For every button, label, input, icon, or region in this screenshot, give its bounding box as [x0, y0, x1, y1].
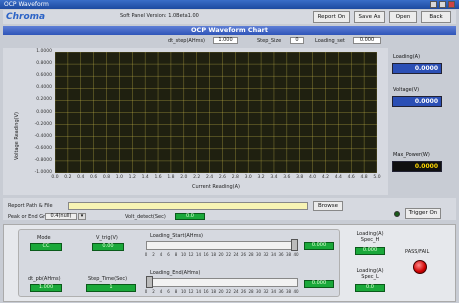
- step-size-field[interactable]: 0: [290, 37, 304, 44]
- step-time-field[interactable]: 1: [86, 284, 136, 292]
- step-time-label: Step_Time(Sec): [88, 276, 128, 282]
- x-tick-label: 4.6: [347, 175, 355, 180]
- loading-start-label: Loading_Start(AHms): [150, 233, 203, 239]
- y-tick-label: 0.0000: [36, 109, 52, 115]
- x-tick-label: 0.2: [64, 175, 72, 180]
- x-tick-label: 2.4: [205, 175, 214, 180]
- window-title-bar: OCP Waveform: [0, 0, 459, 9]
- y-axis-label: Voltage Reading(V): [14, 112, 20, 160]
- chevron-down-icon[interactable]: ▾: [78, 213, 86, 220]
- pass-fail-label: PASS/FAIL: [405, 249, 430, 255]
- loading-start-slider[interactable]: [146, 241, 298, 250]
- x-tick-label: 0.0: [51, 175, 59, 180]
- save-as-button[interactable]: Save As: [354, 11, 385, 23]
- loading-end-slider-handle[interactable]: [146, 276, 153, 288]
- y-tick-label: -0.4000: [34, 133, 52, 139]
- close-icon[interactable]: [448, 1, 455, 8]
- x-tick-label: 1.4: [141, 175, 149, 180]
- dt-pb-label: dt_pb(AHms): [28, 276, 61, 282]
- x-tick-label: 0.6: [90, 175, 98, 180]
- back-button[interactable]: Back: [421, 11, 451, 23]
- report-on-button[interactable]: Report On: [313, 11, 350, 23]
- x-tick-label: 1.2: [128, 175, 136, 180]
- browse-button[interactable]: Browse: [313, 201, 343, 211]
- chart-title-bar: OCP Waveform Chart: [3, 26, 456, 35]
- dt-step-label: dt_step(AHms): [168, 38, 206, 44]
- x-tick-label: 1.8: [167, 175, 175, 180]
- x-tick-label: 0.8: [102, 175, 111, 180]
- x-tick-label: 1.0: [115, 175, 123, 180]
- x-tick-label: 4.0: [309, 175, 317, 180]
- maximize-icon[interactable]: [439, 1, 446, 8]
- x-tick-label: 2.6: [218, 175, 227, 180]
- x-tick-label: 1.6: [154, 175, 162, 180]
- v-trig-field[interactable]: 0.00: [92, 243, 124, 251]
- trigger-led-icon: [394, 211, 400, 217]
- version-text: Soft Panel Version: 1.0Beta1.00: [120, 13, 199, 19]
- loading-set-label: Loading_set: [315, 38, 345, 44]
- loading-end-field[interactable]: 0.000: [304, 280, 334, 288]
- chroma-logo: Chroma: [6, 12, 46, 22]
- step-size-label: Step_Size: [257, 38, 282, 44]
- spec-h-field[interactable]: 0.000: [355, 247, 385, 255]
- x-tick-label: 3.8: [296, 175, 304, 180]
- x-tick-label: 4.4: [334, 175, 342, 180]
- waveform-plot: [55, 52, 377, 173]
- x-tick-label: 3.6: [283, 175, 291, 180]
- y-tick-label: 0.4000: [36, 85, 52, 91]
- y-tick-label: 1.0000: [36, 49, 52, 54]
- y-tick-label: -0.2000: [34, 121, 52, 127]
- slider-tick-label: 40: [293, 252, 299, 257]
- spec-l-label: Loading(A) Spec_L: [356, 268, 384, 280]
- loading-set-field[interactable]: 0.000: [353, 37, 381, 44]
- report-path-label: Report Path & File: [8, 203, 53, 209]
- peak-end-select[interactable]: 0.4(null): [45, 213, 77, 220]
- x-tick-label: 4.2: [321, 175, 330, 180]
- loading-end-label: Loading_End(AHms): [150, 270, 201, 276]
- y-tick-label: 0.6000: [36, 73, 52, 79]
- v-trig-label: V_trig(V): [96, 235, 118, 241]
- pass-fail-led-icon: [413, 260, 427, 274]
- y-tick-label: -0.8000: [34, 157, 52, 163]
- loading-start-slider-handle[interactable]: [291, 239, 298, 251]
- volt-detect-field[interactable]: 0.0: [175, 213, 205, 220]
- x-tick-label: 2.2: [193, 175, 201, 180]
- loading-readout-label: Loading(A): [393, 54, 421, 60]
- spec-h-label: Loading(A) Spec_H: [356, 231, 384, 243]
- loading-start-field[interactable]: 0.000: [304, 242, 334, 250]
- x-tick-label: 3.4: [270, 175, 278, 180]
- x-axis-label: Current Reading(A): [192, 184, 240, 190]
- loading-end-slider[interactable]: [146, 278, 298, 287]
- loading-readout: 0.0000: [392, 63, 442, 74]
- x-tick-label: 0.4: [77, 175, 85, 180]
- x-tick-label: 2.8: [231, 175, 239, 180]
- spec-l-field[interactable]: 0.0: [355, 284, 385, 292]
- y-tick-label: 0.8000: [36, 61, 52, 67]
- y-tick-label: -0.6000: [34, 145, 52, 151]
- x-tick-label: 3.0: [244, 175, 252, 180]
- max-power-label: Max_Power(W): [393, 152, 430, 158]
- minimize-icon[interactable]: [430, 1, 437, 8]
- dt-pb-field[interactable]: 1.000: [30, 284, 62, 292]
- slider-tick-label: 40: [293, 289, 299, 294]
- mode-label: Mode: [37, 235, 51, 241]
- x-tick-label: 5.0: [373, 175, 381, 180]
- voltage-readout-label: Voltage(V): [393, 87, 420, 93]
- dt-step-field[interactable]: 1.000: [213, 37, 238, 44]
- x-tick-label: 3.2: [257, 175, 265, 180]
- voltage-readout: 0.0000: [392, 96, 442, 107]
- x-tick-label: 4.8: [360, 175, 368, 180]
- x-tick-label: 2.0: [180, 175, 188, 180]
- trigger-on-button[interactable]: Trigger On: [405, 208, 441, 219]
- window-title: OCP Waveform: [4, 1, 49, 8]
- open-button[interactable]: Open: [389, 11, 417, 23]
- max-power-readout: 0.0000: [392, 161, 442, 172]
- report-path-field[interactable]: [68, 202, 308, 210]
- mode-field[interactable]: CC: [30, 243, 62, 251]
- volt-detect-label: Volt_detect(Sec): [125, 214, 166, 220]
- peak-end-label: Peak or End Gm: [8, 214, 49, 220]
- y-tick-label: 0.2000: [36, 97, 52, 103]
